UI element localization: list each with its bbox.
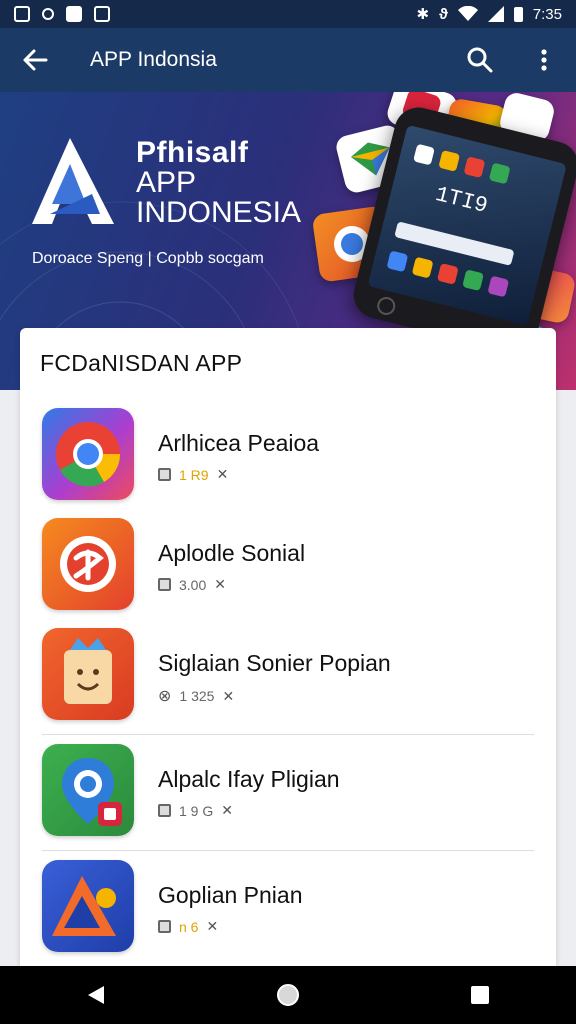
section-title: FCDaNISDAN APP: [40, 350, 243, 376]
brand-name: Pfhisalf: [136, 136, 249, 169]
status-bar: ✱ ϑ 7:35: [0, 0, 576, 28]
social-app-icon: [42, 518, 134, 610]
nav-recents-button[interactable]: [450, 966, 510, 1024]
list-item[interactable]: Siglaian Sonier Popian ⊗ 1 325 ✕: [20, 628, 556, 738]
app-name: Goplian Pnian: [158, 882, 303, 908]
vibrate-icon: ϑ: [439, 5, 448, 23]
nav-back-button[interactable]: [66, 966, 126, 1024]
list-item[interactable]: Arlhicea Peaioa 1 R9 ✕: [20, 408, 556, 518]
share-icon: ✕: [214, 576, 226, 592]
brand-logo-icon: [32, 138, 114, 224]
signal-icon: [487, 6, 504, 22]
more-vert-icon: [541, 49, 547, 71]
nav-recents-icon: [471, 986, 489, 1004]
size-icon: [158, 468, 171, 481]
size-icon: [158, 804, 171, 817]
nav-home-icon: [277, 984, 299, 1006]
app-meta: 1 9 G: [179, 802, 214, 819]
play-app-icon: [42, 860, 134, 952]
app-meta: 1 325: [179, 688, 215, 704]
arrow-back-icon: [23, 49, 48, 71]
app-list-card: FCDaNISDAN APP Arlhicea Peaioa 1 R9 ✕ Ap…: [20, 328, 556, 978]
status-time: 7:35: [532, 5, 562, 23]
image-icon: [66, 6, 82, 22]
app-name: Arlhicea Peaioa: [158, 430, 320, 456]
size-icon: [158, 920, 171, 933]
app-name: Siglaian Sonier Popian: [158, 650, 391, 676]
bluetooth-icon: ✱: [416, 6, 430, 23]
share-icon: ✕: [221, 802, 233, 818]
app-name: Alpalc Ifay Pligian: [158, 766, 340, 792]
search-button[interactable]: [448, 28, 512, 92]
app-name: Aplodle Sonial: [158, 540, 306, 566]
maps-app-icon: [42, 744, 134, 836]
game-app-icon: [42, 628, 134, 720]
wifi-icon: [457, 6, 478, 21]
size-icon: [158, 578, 171, 591]
link-icon: ⊗: [158, 688, 172, 705]
share-icon: ✕: [206, 918, 219, 934]
list-item[interactable]: Alpalc Ifay Pligian 1 9 G ✕: [20, 744, 556, 854]
share-icon: ✕: [222, 687, 235, 704]
phone-clock: 1TI9: [432, 181, 491, 220]
list-item[interactable]: Aplodle Sonial 3.00 ✕: [20, 518, 556, 628]
search-icon: [467, 47, 493, 73]
app-meta: 3.00: [179, 576, 207, 593]
notification-icon: [14, 6, 30, 22]
list-item[interactable]: Goplian Pnian n 6 ✕: [20, 860, 556, 970]
back-button[interactable]: [0, 28, 70, 92]
app-meta: 1 R9: [179, 466, 209, 483]
nav-home-button[interactable]: [258, 966, 318, 1024]
chrome-app-icon: [42, 408, 134, 500]
system-nav-bar: [0, 966, 576, 1024]
more-options-button[interactable]: [512, 28, 576, 92]
nav-back-icon: [88, 986, 104, 1004]
list-divider: [42, 850, 534, 851]
app-bar-title: APP Indonsia: [90, 48, 217, 71]
list-divider: [42, 734, 534, 735]
brand-line-app: APP: [136, 166, 197, 199]
app-meta: n 6: [179, 918, 199, 935]
banner-tagline: Doroace Speng | Copbb socgam: [32, 250, 264, 267]
gallery-icon: [42, 8, 54, 20]
app-bar: APP Indonsia: [0, 28, 576, 92]
brand-line-country: INDONESIA: [136, 196, 302, 229]
battery-icon: [513, 6, 523, 22]
share-icon: ✕: [216, 466, 229, 482]
app-icon: [94, 6, 110, 22]
